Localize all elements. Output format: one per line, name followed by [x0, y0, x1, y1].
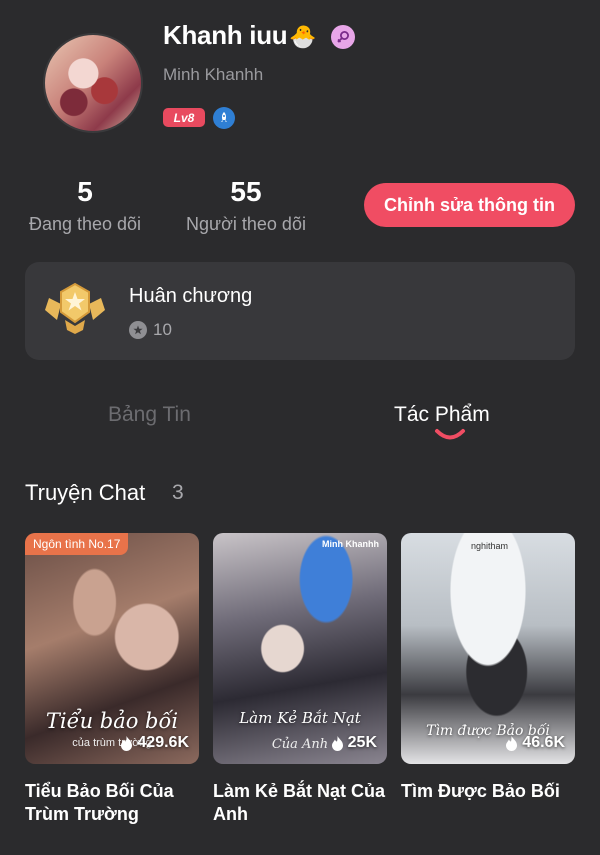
- medals-card[interactable]: Huân chương 10: [25, 262, 575, 360]
- story-card-cover[interactable]: Ngôn tình No.17 Tiểu bảo bối của trùm tr…: [25, 533, 199, 764]
- followers-count: 55: [230, 176, 262, 207]
- followers-label: Người theo dõi: [186, 214, 306, 234]
- section-title: Truyện Chat: [25, 480, 146, 505]
- story-title[interactable]: Tìm Được Bảo Bối: [401, 780, 581, 803]
- flame-icon: [121, 735, 133, 751]
- flame-icon: [331, 735, 343, 751]
- cover-watermark: Minh Khanhh: [322, 539, 379, 549]
- edit-profile-button[interactable]: Chỉnh sửa thông tin: [364, 183, 575, 227]
- profile-avatar[interactable]: [43, 33, 143, 133]
- medals-count-row: 10: [129, 320, 172, 340]
- female-gender-icon: [331, 25, 355, 49]
- level-badge[interactable]: Lv8: [163, 108, 205, 127]
- medals-title: Huân chương: [129, 285, 253, 307]
- story-title[interactable]: Làm Kẻ Bắt Nạt Của Anh: [213, 780, 393, 826]
- flame-icon: [506, 735, 518, 751]
- following-count: 5: [77, 176, 93, 207]
- medal-icon: [43, 280, 107, 341]
- story-card-cover[interactable]: Minh Khanhh Làm Kẻ Bắt Nạt Của Anh 25K: [213, 533, 387, 764]
- star-coin-icon: [129, 321, 147, 339]
- view-count: 429.6K: [120, 734, 189, 752]
- following-label: Đang theo dõi: [28, 214, 142, 234]
- tab-feed[interactable]: Bảng Tin: [108, 403, 191, 427]
- view-count-text: 25K: [347, 734, 377, 751]
- view-count-text: 429.6K: [137, 734, 189, 751]
- cover-title: Làm Kẻ Bắt Nạt: [239, 709, 361, 727]
- story-card-cover[interactable]: nghitham Tìm được Bảo bối 46.6K: [401, 533, 575, 764]
- view-count: 46.6K: [505, 734, 565, 752]
- following-stat[interactable]: 5 Đang theo dõi: [25, 176, 145, 235]
- username: Minh Khanhh: [163, 65, 264, 84]
- display-name: Khanh iuu🐣: [163, 20, 317, 51]
- view-count: 25K: [331, 734, 377, 752]
- story-title[interactable]: Tiểu Bảo Bối Của Trùm Trường: [25, 780, 205, 826]
- active-tab-indicator: [434, 428, 466, 447]
- cover-watermark: nghitham: [471, 541, 509, 551]
- section-count: 3: [172, 481, 184, 504]
- medals-count: 10: [153, 320, 172, 339]
- display-name-text: Khanh iuu: [163, 20, 288, 50]
- chick-emoji-icon: 🐣: [289, 24, 317, 49]
- rank-tag: Ngôn tình No.17: [25, 533, 129, 555]
- followers-stat[interactable]: 55 Người theo dõi: [181, 176, 311, 235]
- cover-title: Tiểu bảo bối: [45, 709, 179, 733]
- rocket-badge-icon[interactable]: [213, 107, 235, 129]
- view-count-text: 46.6K: [522, 734, 565, 751]
- tab-works[interactable]: Tác Phẩm: [394, 403, 490, 427]
